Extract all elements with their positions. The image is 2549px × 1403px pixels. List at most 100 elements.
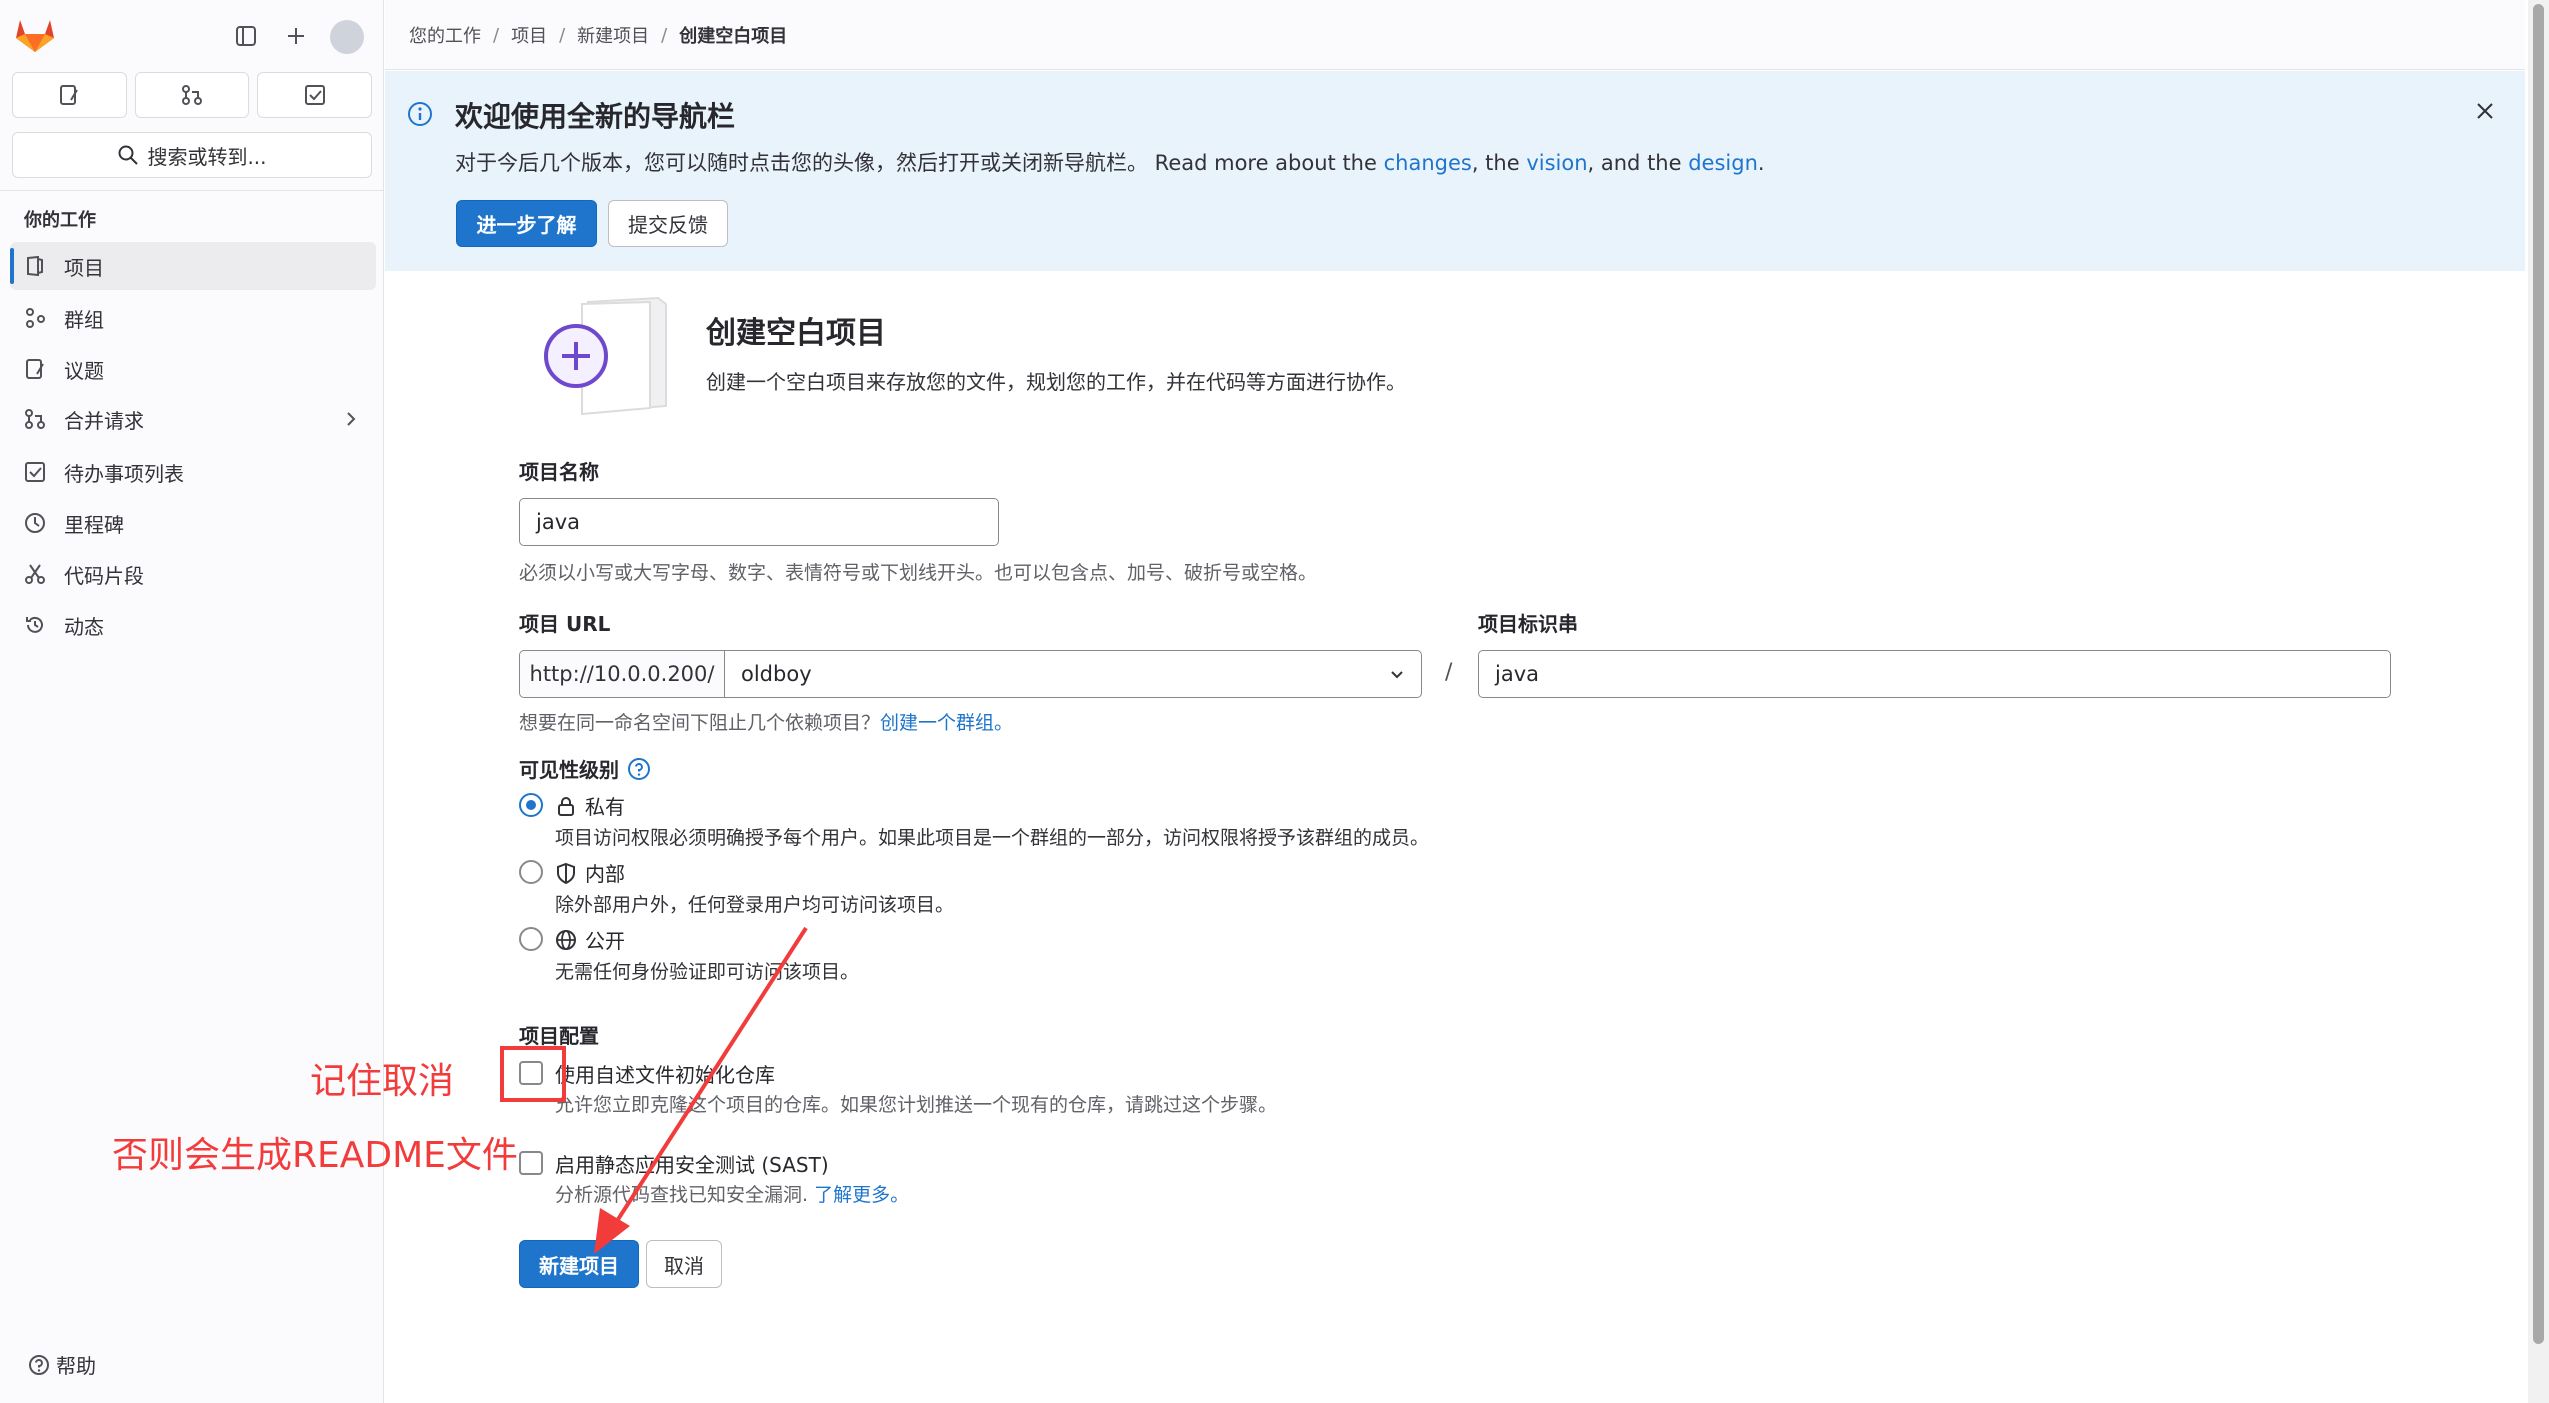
banner-text: 对于今后几个版本，您可以随时点击您的头像，然后打开或关闭新导航栏。 Read m… — [455, 147, 1765, 177]
sidebar-item-milestones[interactable]: 里程碑 — [10, 499, 376, 547]
banner-text-mid: , the — [1471, 151, 1527, 175]
lock-icon — [558, 796, 574, 816]
learn-more-link[interactable]: 了解更多。 — [814, 1184, 909, 1206]
sidebar-item-label: 待办事项列表 — [64, 461, 184, 486]
feedback-button[interactable]: 提交反馈 — [608, 200, 728, 247]
annotation-note-remember: 记住取消 — [310, 1061, 455, 1102]
banner-title: 欢迎使用全新的导航栏 — [455, 100, 736, 133]
issues-quick-button[interactable] — [12, 72, 127, 118]
annotation-note-readme: 否则会生成README文件 — [112, 1135, 518, 1176]
todos-quick-button[interactable] — [257, 72, 373, 118]
sidebar-header — [0, 0, 384, 70]
sidebar-item-label: 议题 — [64, 358, 104, 383]
namespace-value: oldboy — [741, 662, 812, 686]
sast-checkbox[interactable] — [519, 1151, 543, 1175]
top-bar: 您的工作 / 项目 / 新建项目 / 创建空白项目 — [385, 0, 2525, 70]
history-icon — [24, 614, 46, 636]
design-link[interactable]: design — [1688, 151, 1758, 175]
visibility-option-label: 内部 — [585, 862, 625, 886]
question-icon — [29, 1354, 49, 1375]
create-group-link[interactable]: 创建一个群组。 — [880, 712, 1013, 734]
breadcrumb-item[interactable]: 您的工作 — [409, 22, 481, 48]
blank-project-illustration — [544, 296, 667, 416]
chevron-down-icon — [1391, 671, 1403, 679]
quick-actions — [12, 72, 373, 118]
issues-icon — [60, 85, 79, 105]
visibility-private-label[interactable]: 私有 — [555, 791, 625, 820]
changes-link[interactable]: changes — [1384, 151, 1472, 175]
issues-icon — [24, 358, 46, 380]
search-button[interactable]: 搜索或转到... — [12, 132, 372, 178]
visibility-label: 可见性级别 — [519, 754, 651, 783]
question-icon[interactable] — [627, 757, 651, 781]
dismiss-banner-button[interactable] — [2469, 95, 2501, 127]
breadcrumb: 您的工作 / 项目 / 新建项目 / 创建空白项目 — [409, 22, 787, 48]
create-new-button[interactable] — [278, 18, 314, 54]
gitlab-logo[interactable] — [14, 14, 56, 54]
annotation-arrow — [594, 926, 808, 1254]
project-name-label: 项目名称 — [519, 460, 599, 484]
project-slug-input[interactable]: java — [1478, 650, 2391, 698]
sidebar-item-snippets[interactable]: 代码片段 — [10, 550, 376, 598]
search-label: 搜索或转到... — [147, 144, 267, 169]
learn-more-button[interactable]: 进一步了解 — [456, 200, 597, 247]
group-icon — [24, 307, 46, 329]
chevron-right-icon — [347, 412, 356, 426]
new-navigation-banner: 欢迎使用全新的导航栏 对于今后几个版本，您可以随时点击您的头像，然后打开或关闭新… — [385, 71, 2525, 271]
sidebar-item-groups[interactable]: 群组 — [10, 294, 376, 342]
namespace-select[interactable]: oldboy — [724, 650, 1422, 698]
sidebar-item-label: 里程碑 — [64, 512, 124, 537]
breadcrumb-separator: / — [661, 24, 668, 46]
merge-request-icon — [24, 408, 46, 430]
todo-icon — [24, 461, 46, 483]
sidebar-item-todos[interactable]: 待办事项列表 — [10, 448, 376, 496]
breadcrumb-separator: / — [493, 24, 500, 46]
visibility-internal-description: 除外部用户外，任何登录用户均可访问该项目。 — [555, 894, 955, 916]
info-icon — [408, 102, 432, 126]
breadcrumb-current[interactable]: 创建空白项目 — [679, 22, 787, 48]
avatar[interactable] — [330, 20, 364, 54]
banner-text-mid: , and the — [1587, 151, 1689, 175]
help-label: 帮助 — [56, 1354, 96, 1378]
plus-icon — [288, 28, 304, 44]
page-title: 创建空白项目 — [706, 316, 886, 351]
breadcrumb-item[interactable]: 项目 — [511, 22, 547, 48]
visibility-private-radio[interactable] — [519, 793, 543, 817]
project-icon — [24, 255, 46, 277]
snippet-icon — [24, 563, 46, 585]
visibility-public-radio[interactable] — [519, 927, 543, 951]
visibility-internal-radio[interactable] — [519, 860, 543, 884]
globe-icon — [556, 929, 576, 950]
annotation-highlight-box — [500, 1046, 566, 1102]
sidebar-section-title: 你的工作 — [24, 210, 96, 231]
breadcrumb-item[interactable]: 新建项目 — [577, 22, 649, 48]
search-icon — [118, 145, 139, 165]
breadcrumb-separator: / — [559, 24, 566, 46]
vision-link[interactable]: vision — [1526, 151, 1587, 175]
sidebar-item-activity[interactable]: 动态 — [10, 601, 376, 649]
sidebar-item-label: 代码片段 — [64, 563, 144, 588]
visibility-option-label: 私有 — [585, 795, 625, 819]
merge-requests-quick-button[interactable] — [134, 72, 250, 118]
scrollbar-thumb[interactable] — [2533, 4, 2544, 1344]
project-name-input[interactable]: java — [519, 498, 999, 546]
banner-text-end: . — [1757, 151, 1765, 175]
project-url-label: 项目 URL — [519, 612, 611, 636]
sidebar-item-label: 群组 — [64, 307, 104, 332]
sidebar-item-label: 项目 — [64, 255, 104, 280]
collapse-sidebar-button[interactable] — [228, 18, 264, 54]
page-scrollbar[interactable] — [2528, 0, 2549, 1403]
sidebar-item-label: 动态 — [64, 614, 104, 639]
clock-icon — [24, 512, 46, 534]
group-help: 想要在同一命名空间下阻止几个依赖项目？创建一个群组。 — [519, 708, 1013, 735]
group-help-text: 想要在同一命名空间下阻止几个依赖项目？ — [519, 712, 881, 734]
sidebar-item-issues[interactable]: 议题 — [10, 345, 376, 393]
sidebar-item-merge-requests[interactable]: 合并请求 — [10, 395, 376, 443]
sidebar-item-projects[interactable]: 项目 — [10, 242, 376, 290]
help-button[interactable]: 帮助 — [28, 1350, 96, 1379]
sidebar-toggle-icon — [236, 26, 256, 46]
url-prefix: http://10.0.0.200/ — [519, 650, 725, 698]
visibility-label-text: 可见性级别 — [519, 758, 619, 782]
visibility-internal-label[interactable]: 内部 — [555, 858, 625, 887]
project-slug-label: 项目标识串 — [1478, 612, 1578, 636]
